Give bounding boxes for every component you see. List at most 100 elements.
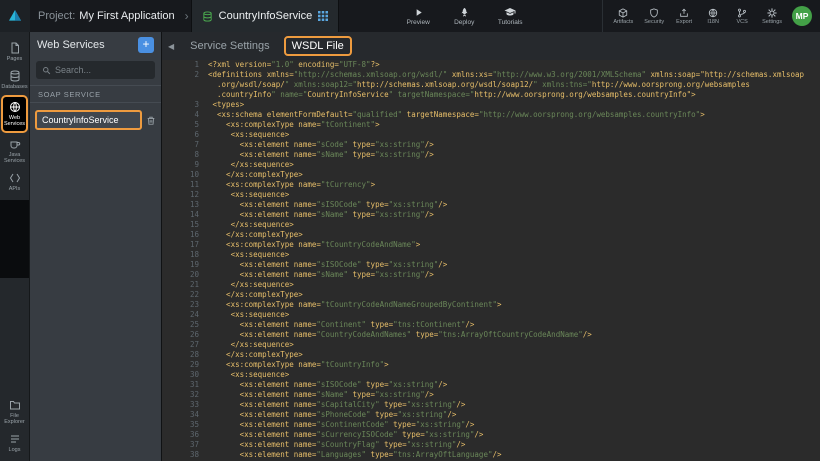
app-logo[interactable] (0, 0, 30, 32)
sidebar-item-java-services[interactable]: Java Services (0, 134, 29, 168)
sidebar-item-label: APIs (9, 186, 21, 192)
tab-service-settings[interactable]: Service Settings (182, 36, 277, 56)
database-icon (202, 11, 213, 22)
sidebar-item-databases[interactable]: Databases (0, 66, 29, 94)
line-number: 16 (162, 230, 208, 240)
code-text: </xs:complexType> (208, 170, 303, 180)
code-brackets-icon (9, 172, 21, 184)
grid-icon[interactable] (318, 11, 328, 21)
deploy-button[interactable]: Deploy (449, 7, 479, 26)
code-line: 3 <types> (162, 100, 820, 110)
code-text: <xs:element name="sISOCode" type="xs:str… (208, 200, 447, 210)
sidebar-item-file-explorer[interactable]: File Explorer (0, 395, 29, 429)
database-icon (9, 70, 21, 82)
tutorials-button[interactable]: Tutorials (495, 6, 525, 26)
code-line: 27 </xs:sequence> (162, 340, 820, 350)
sidebar-item-label: Databases (1, 84, 27, 90)
code-text: <xs:element name="Continent" type="tns:t… (208, 320, 474, 330)
list-icon (9, 433, 21, 445)
code-text: <xs:element name="sCountryFlag" type="xs… (208, 440, 465, 450)
code-line: 32 <xs:element name="sName" type="xs:str… (162, 390, 820, 400)
code-text: <?xml version="1.0" encoding="UTF-8"?> (208, 60, 380, 70)
settings-label: Settings (762, 19, 782, 25)
code-line: 29 <xs:complexType name="tCountryInfo"> (162, 360, 820, 370)
line-number: 20 (162, 270, 208, 280)
service-tab[interactable]: CountryInfoService (191, 0, 340, 32)
branch-icon (737, 8, 747, 18)
line-number: 31 (162, 380, 208, 390)
soap-service-section-header: SOAP SERVICE (30, 85, 161, 103)
code-text: <xs:element name="Languages" type="tns:A… (208, 450, 502, 460)
i18n-button[interactable]: I18N (704, 8, 722, 25)
sidebar-item-label: Pages (7, 56, 23, 62)
export-button[interactable]: Export (675, 8, 693, 25)
shield-icon (649, 8, 659, 18)
deploy-label: Deploy (454, 19, 474, 26)
code-text: <xs:element name="sName" type="xs:string… (208, 390, 434, 400)
code-line: 23 <xs:complexType name="tCountryCodeAnd… (162, 300, 820, 310)
code-text: <xs:element name="sName" type="xs:string… (208, 210, 434, 220)
settings-button[interactable]: Settings (762, 8, 782, 25)
delete-service-button[interactable] (146, 115, 156, 126)
code-line: 8 <xs:element name="sName" type="xs:stri… (162, 150, 820, 160)
code-text: <xs:element name="sISOCode" type="xs:str… (208, 260, 447, 270)
line-number: 15 (162, 220, 208, 230)
code-text: <xs:complexType name="tCountryCodeAndNam… (208, 240, 420, 250)
sidebar-item-logs[interactable]: Logs (0, 429, 29, 457)
avatar[interactable]: MP (792, 6, 812, 26)
code-line: 7 <xs:element name="sCode" type="xs:stri… (162, 140, 820, 150)
line-number: 37 (162, 440, 208, 450)
chevron-right-icon: › (185, 9, 189, 23)
tab-wsdl-file[interactable]: WSDL File (284, 36, 352, 56)
search-box[interactable] (36, 61, 155, 79)
preview-button[interactable]: Preview (403, 7, 433, 26)
export-icon (679, 8, 689, 18)
line-number: 5 (162, 120, 208, 130)
artifacts-label: Artifacts (613, 19, 633, 25)
code-line: 10 </xs:complexType> (162, 170, 820, 180)
line-number: 11 (162, 180, 208, 190)
collapse-panel-icon[interactable]: ◀ (166, 40, 176, 53)
project-name: My First Application (79, 10, 174, 22)
code-text: <xs:schema elementFormDefault="qualified… (208, 110, 705, 120)
line-number: 38 (162, 450, 208, 460)
rail-spacer (0, 200, 29, 278)
code-line: 24 <xs:sequence> (162, 310, 820, 320)
line-number: 17 (162, 240, 208, 250)
rocket-icon (459, 7, 470, 18)
topbar-center-actions: Preview Deploy Tutorials (403, 0, 525, 32)
code-text: <xs:sequence> (208, 310, 289, 320)
line-number: 24 (162, 310, 208, 320)
logo-icon (7, 8, 23, 24)
code-text: </xs:complexType> (208, 230, 303, 240)
security-button[interactable]: Security (644, 8, 664, 25)
left-rail: Pages Databases Web Services Java Servic… (0, 32, 30, 461)
sidebar-item-web-services[interactable]: Web Services (1, 95, 28, 133)
sidebar-item-apis[interactable]: APIs (0, 168, 29, 196)
code-text: </xs:complexType> (208, 350, 303, 360)
code-line: 35 <xs:element name="sContinentCode" typ… (162, 420, 820, 430)
code-text: <types> (208, 100, 244, 110)
code-line: 19 <xs:element name="sISOCode" type="xs:… (162, 260, 820, 270)
vcs-button[interactable]: VCS (733, 8, 751, 25)
gear-icon (767, 8, 777, 18)
line-number: 6 (162, 130, 208, 140)
code-line: 9 </xs:sequence> (162, 160, 820, 170)
export-label: Export (676, 19, 692, 25)
sidebar-item-pages[interactable]: Pages (0, 38, 29, 66)
project-label: Project: (38, 10, 75, 22)
add-service-button[interactable]: + (138, 37, 154, 53)
wsdl-editor[interactable]: 1<?xml version="1.0" encoding="UTF-8"?>2… (162, 60, 820, 461)
code-line: 31 <xs:element name="sISOCode" type="xs:… (162, 380, 820, 390)
service-list-item[interactable]: CountryInfoService (35, 110, 142, 130)
topbar-right-actions: Artifacts Security Export I18N VCS Setti… (602, 0, 792, 32)
code-text: <xs:sequence> (208, 190, 289, 200)
code-line: 20 <xs:element name="sName" type="xs:str… (162, 270, 820, 280)
code-text: <xs:element name="sCurrencyISOCode" type… (208, 430, 483, 440)
code-text: <xs:sequence> (208, 250, 289, 260)
line-number: 14 (162, 210, 208, 220)
artifacts-button[interactable]: Artifacts (613, 8, 633, 25)
search-input[interactable] (55, 65, 149, 75)
search-icon (42, 66, 51, 75)
project-selector[interactable]: Project: My First Application (30, 0, 183, 32)
